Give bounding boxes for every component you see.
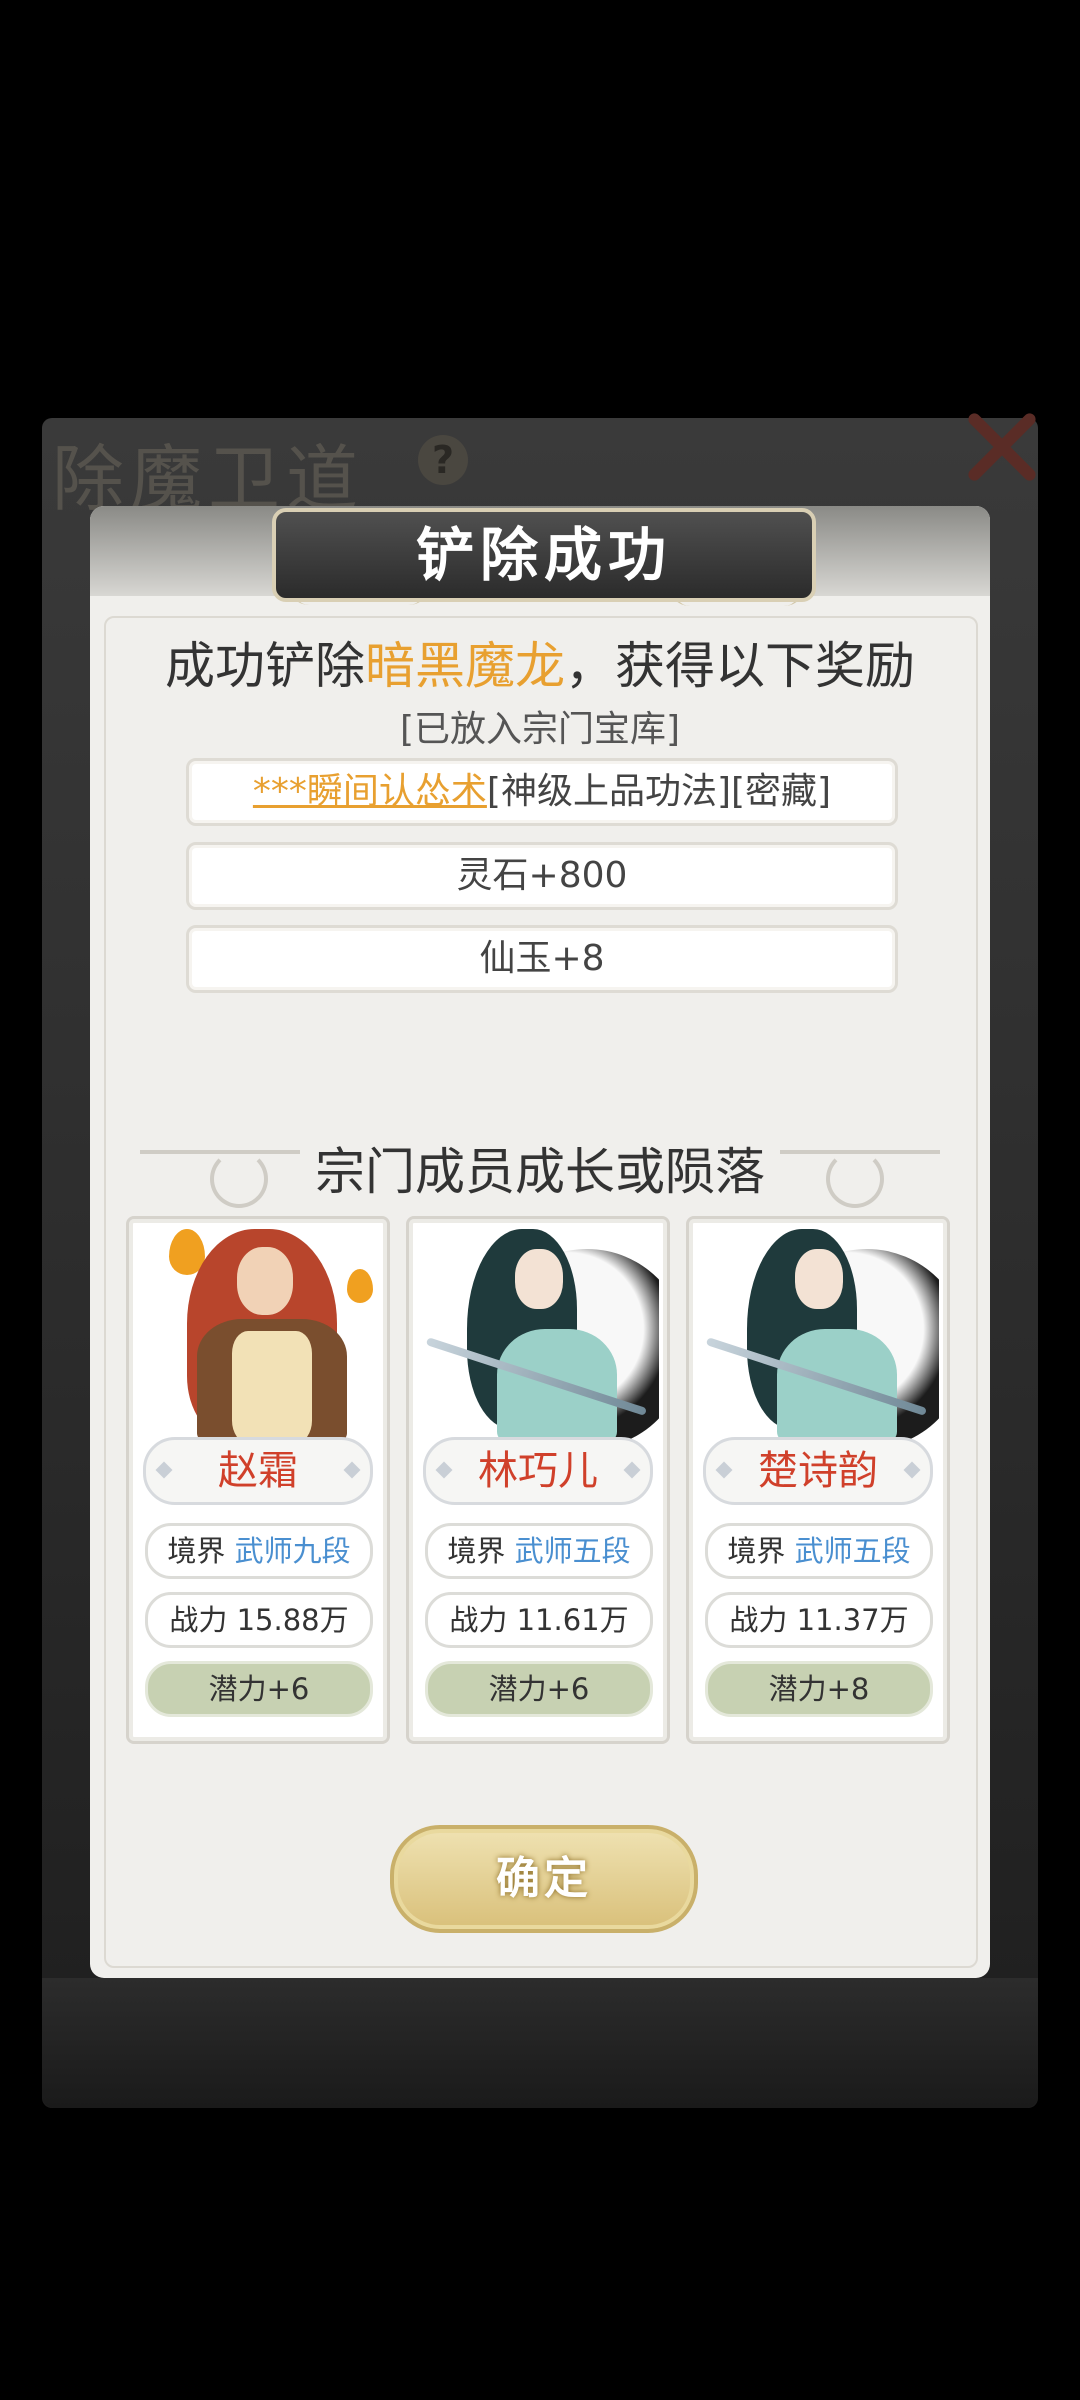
flame-icon [347,1269,373,1303]
member-name: 楚诗韵 [703,1437,933,1505]
member-portrait [137,1219,379,1443]
dialog-title: 铲除成功 [272,508,816,602]
reward-item-highlight[interactable]: ***瞬间认怂术 [253,771,487,812]
headline-target: 暗黑魔龙 [365,637,565,695]
member-realm: 境界 武师五段 [705,1523,933,1579]
member-portrait [417,1219,659,1443]
reward-item: 仙玉+8 [186,925,898,993]
member-realm: 境界 武师九段 [145,1523,373,1579]
section-title: 宗门成员成长或陨落 [315,1143,765,1201]
reward-item-text: 仙玉+8 [479,938,605,979]
member-power: 战力 15.88万 [145,1592,373,1648]
member-name: 赵霜 [143,1437,373,1505]
reward-item: 灵石+800 [186,842,898,910]
reward-item[interactable]: ***瞬间认怂术[神级上品功法][密藏] [186,758,898,826]
close-icon[interactable] [962,408,1040,486]
reward-item-text: [神级上品功法][密藏] [486,771,832,812]
reward-note: [已放入宗门宝库] [399,709,681,750]
reward-headline: 成功铲除暗黑魔龙，获得以下奖励 [90,626,990,698]
member-card[interactable]: 楚诗韵 境界 武师五段 战力 11.37万 潜力+8 [686,1216,950,1744]
member-potential: 潜力+6 [145,1661,373,1717]
headline-suffix: ，获得以下奖励 [565,637,915,695]
member-name: 林巧儿 [423,1437,653,1505]
background-dialog-footer [42,1978,1038,2108]
member-realm: 境界 武师五段 [425,1523,653,1579]
member-potential: 潜力+8 [705,1661,933,1717]
member-portrait [697,1219,939,1443]
member-power: 战力 11.37万 [705,1592,933,1648]
help-icon[interactable]: ? [418,435,468,485]
member-power: 战力 11.61万 [425,1592,653,1648]
member-card[interactable]: 赵霜 境界 武师九段 战力 15.88万 潜力+6 [126,1216,390,1744]
member-potential: 潜力+6 [425,1661,653,1717]
member-card[interactable]: 林巧儿 境界 武师五段 战力 11.61万 潜力+6 [406,1216,670,1744]
reward-item-text: 灵石+800 [456,855,628,896]
headline-prefix: 成功铲除 [165,637,365,695]
confirm-button[interactable]: 确定 [390,1825,698,1933]
